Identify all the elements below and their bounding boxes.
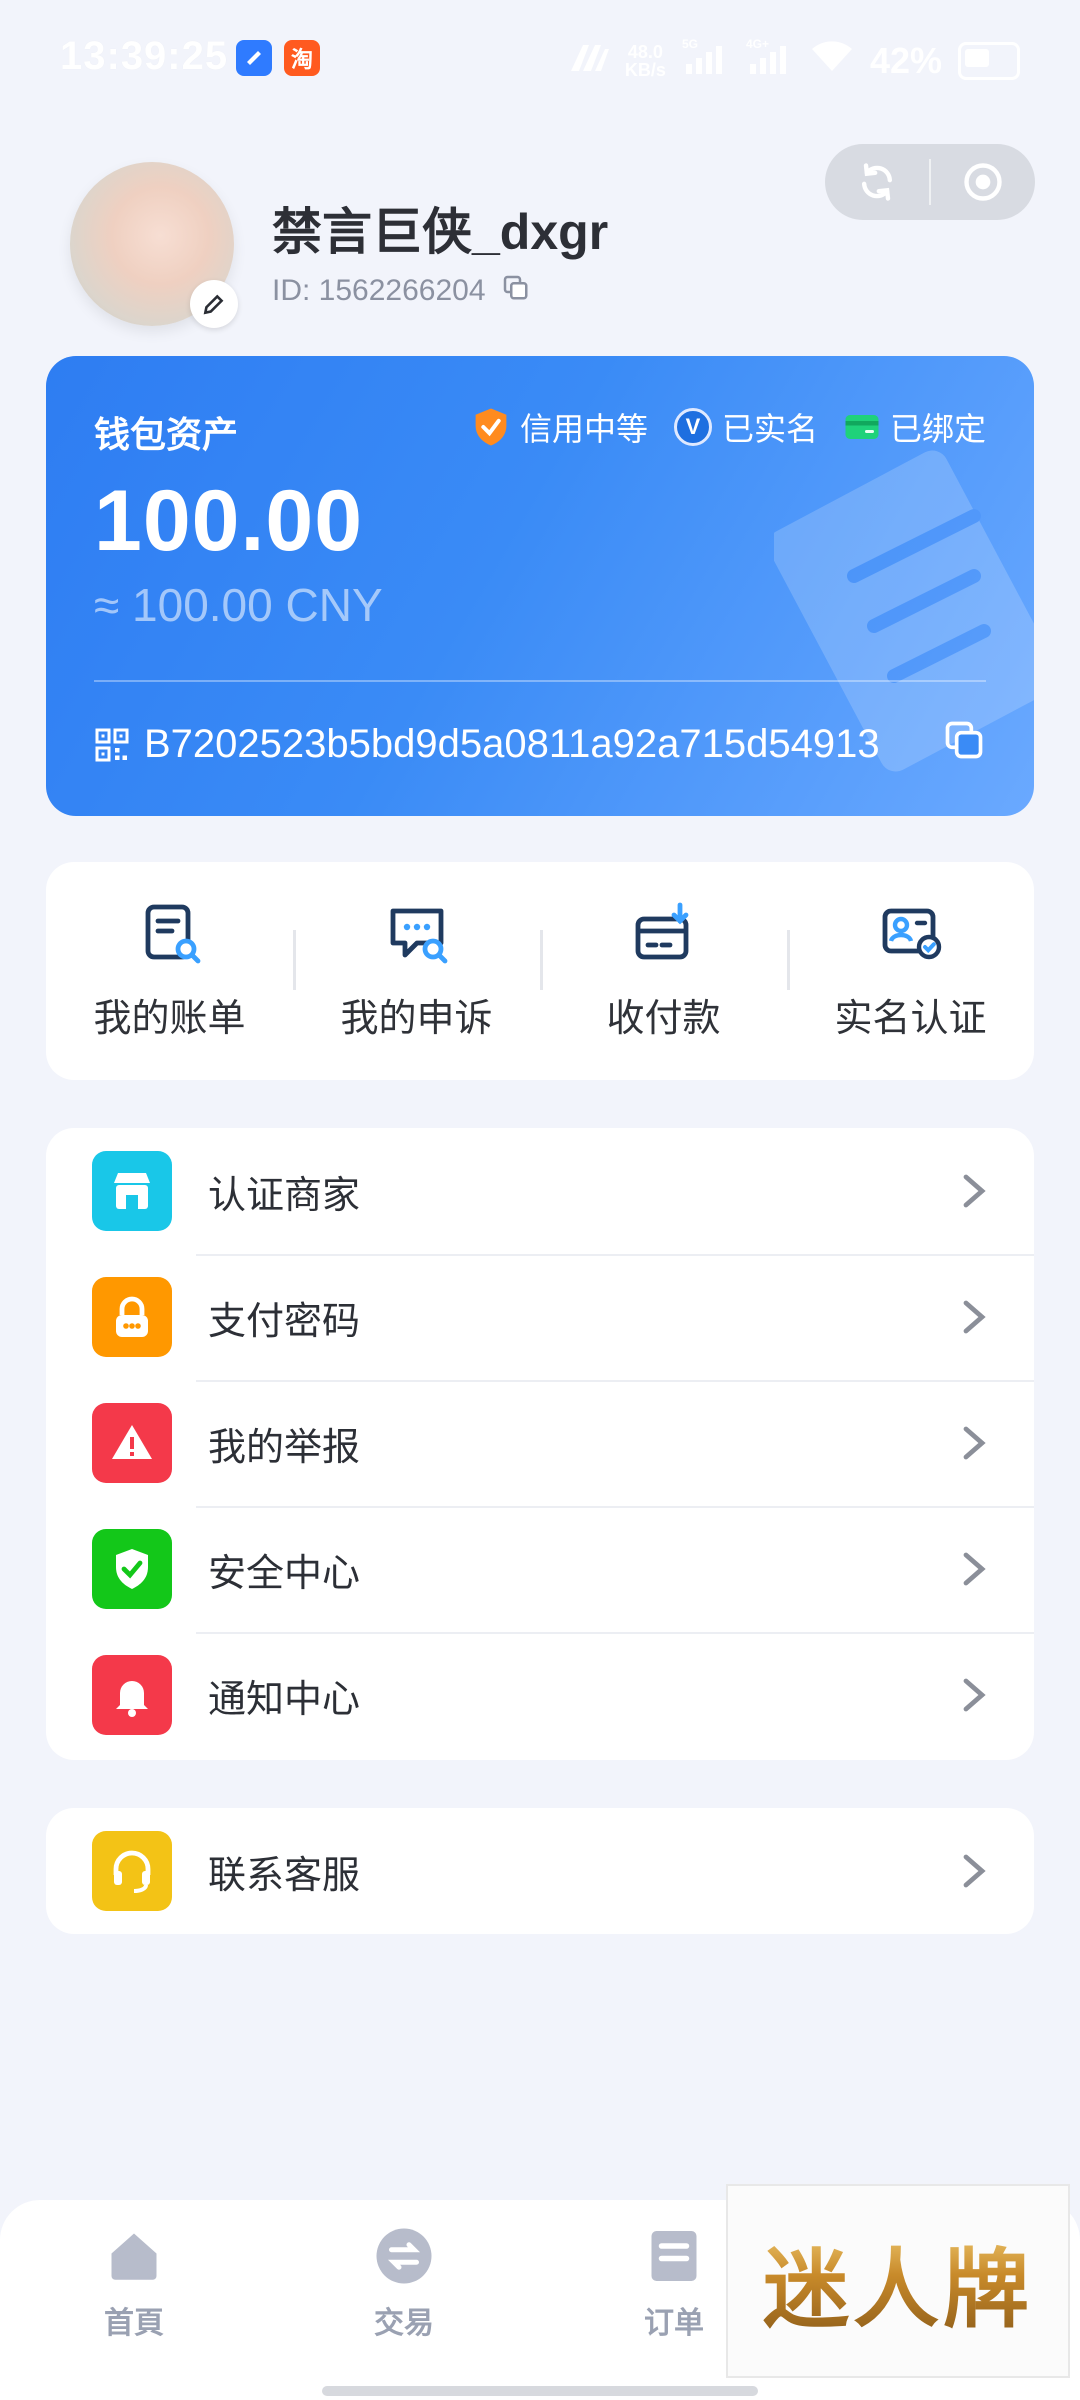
orders-icon <box>651 2231 697 2281</box>
settings-menu: 认证商家 支付密码 我的举报 安全中心 通知中心 <box>46 1128 1034 1760</box>
edit-avatar-button[interactable] <box>190 280 238 328</box>
bill-search-icon <box>145 904 200 963</box>
battery-icon <box>958 41 1020 80</box>
header-action-pill <box>825 144 1035 220</box>
wallet-cny-value: ≈ 100.00 CNY <box>94 579 383 631</box>
chevron-right-icon <box>963 1174 986 1208</box>
shield-check-icon <box>92 1529 172 1609</box>
copy-address-button[interactable] <box>942 718 986 767</box>
svg-text:5G: 5G <box>682 37 698 51</box>
nfc-icon <box>569 40 609 82</box>
menu-item-payment-password[interactable]: 支付密码 <box>46 1254 1034 1380</box>
verified-badge: V 已实名 <box>673 404 818 450</box>
refresh-icon <box>861 163 893 201</box>
menu-item-notification-center[interactable]: 通知中心 <box>46 1632 1034 1758</box>
blue-app-icon <box>236 40 272 76</box>
card-receive-icon <box>635 902 688 959</box>
bound-badge: 已绑定 <box>844 404 986 450</box>
appeal-chat-icon <box>390 908 447 963</box>
taobao-icon: 淘 <box>284 40 320 76</box>
headset-icon <box>92 1831 172 1911</box>
menu-item-contact-support[interactable]: 联系客服 <box>46 1808 1034 1934</box>
id-card-verify-icon <box>882 908 941 959</box>
nav-orders[interactable]: 订单 <box>604 2226 744 2342</box>
copy-icon <box>945 721 983 759</box>
menu-item-security-center[interactable]: 安全中心 <box>46 1506 1034 1632</box>
chevron-right-icon <box>963 1854 986 1888</box>
net-speed: 48.0 KB/s <box>624 41 666 80</box>
signal-5g-icon: 5G <box>682 36 730 85</box>
wallet-address: B7202523b5bd9d5a0811a92a715d54913 <box>94 722 880 767</box>
exchange-icon <box>376 2228 432 2284</box>
chevron-right-icon <box>963 1300 986 1334</box>
wallet-card[interactable]: 钱包资产 信用中等 V 已实名 已绑定 100.00 ≈ 100.00 CNY … <box>46 356 1034 816</box>
wallet-title: 钱包资产 <box>94 414 239 455</box>
shield-check-badge-icon <box>475 408 507 446</box>
quick-action-real-name[interactable]: 实名认证 <box>787 862 1034 1080</box>
signal-4g-icon: 4G+ <box>746 36 794 85</box>
copy-id-icon[interactable] <box>500 272 530 310</box>
target-button[interactable] <box>931 144 1035 220</box>
user-id: ID: 1562266204 <box>272 272 530 310</box>
status-indicators: 48.0 KB/s 5G 4G+ 42% <box>569 36 1020 85</box>
battery-percent: 42% <box>869 39 942 81</box>
refresh-button[interactable] <box>825 144 929 220</box>
quick-action-receive-pay[interactable]: 收付款 <box>540 862 787 1080</box>
chevron-right-icon <box>963 1426 986 1460</box>
chevron-right-icon <box>963 1552 986 1586</box>
support-menu: 联系客服 <box>46 1808 1034 1934</box>
nav-trade[interactable]: 交易 <box>334 2226 474 2342</box>
qr-code-icon <box>95 728 129 761</box>
wallet-balance: 100.00 <box>94 473 364 569</box>
username: 禁言巨侠_dxgr <box>272 204 609 260</box>
lock-icon <box>92 1277 172 1357</box>
bell-icon <box>92 1655 172 1735</box>
status-time: 13:39:25 <box>60 34 229 78</box>
credit-badge: 信用中等 <box>472 404 648 450</box>
store-icon <box>92 1151 172 1231</box>
target-icon <box>964 163 1002 201</box>
verified-v-icon: V <box>673 408 712 446</box>
pencil-icon <box>203 294 224 315</box>
quick-actions: 我的账单 我的申诉 收付款 实名认证 <box>46 862 1034 1080</box>
profile-header: 禁言巨侠_dxgr ID: 1562266204 <box>0 144 1080 350</box>
chevron-right-icon <box>963 1678 986 1712</box>
home-icon <box>111 2233 157 2280</box>
wifi-icon <box>810 39 854 82</box>
quick-action-appeals[interactable]: 我的申诉 <box>293 862 540 1080</box>
wallet-divider <box>94 680 986 682</box>
menu-item-certified-merchant[interactable]: 认证商家 <box>46 1128 1034 1254</box>
brand-watermark: 迷人牌 <box>726 2184 1070 2378</box>
wallet-card-icon <box>845 415 879 439</box>
warning-icon <box>92 1403 172 1483</box>
menu-item-my-reports[interactable]: 我的举报 <box>46 1380 1034 1506</box>
svg-text:4G+: 4G+ <box>746 37 769 51</box>
status-bar: 13:39:25 淘 48.0 KB/s 5G 4G+ 42% <box>0 0 1080 120</box>
home-indicator[interactable] <box>322 2386 758 2396</box>
quick-action-bills[interactable]: 我的账单 <box>46 862 293 1080</box>
nav-home[interactable]: 首頁 <box>64 2226 204 2342</box>
wallet-badges: 信用中等 V 已实名 已绑定 <box>472 404 986 450</box>
